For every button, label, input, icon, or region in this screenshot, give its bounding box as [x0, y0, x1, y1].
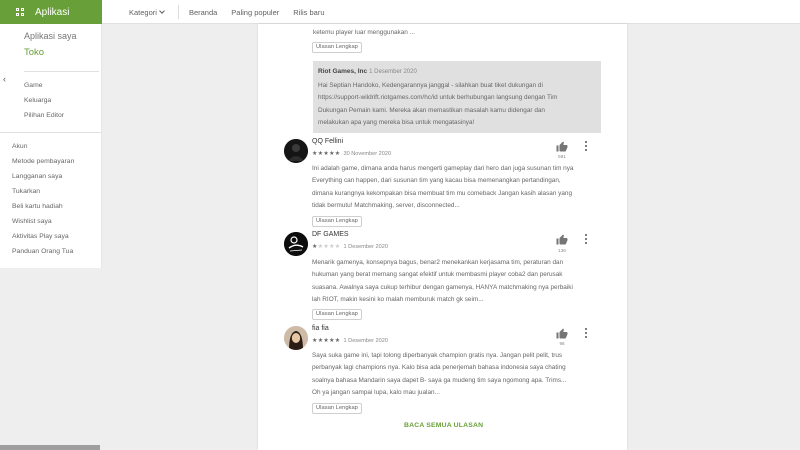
nav-kategori[interactable]: Kategori	[129, 7, 165, 17]
reply-header: Riot Games, Inc 1 Desember 2020	[318, 68, 417, 75]
more-options-icon[interactable]	[585, 141, 588, 153]
thumbs-up-icon[interactable]	[556, 234, 568, 246]
review-text: Menarik gamenya, konsepnya bagus, benar2…	[312, 257, 612, 306]
avatar-image	[284, 232, 308, 256]
reviewer-name: DF GAMES	[312, 231, 349, 238]
thumbs-up-icon[interactable]	[556, 141, 568, 153]
sidebar-link-tukarkan[interactable]: Tukarkan	[12, 188, 40, 195]
review-line: dimana kurangnya kekompakan bisa membuat…	[312, 189, 573, 197]
review-date: 1 Desember 2020	[343, 244, 388, 250]
sidebar-link-aktivitas[interactable]: Aktivitas Play saya	[12, 233, 69, 240]
full-review-button[interactable]: Ulasan Lengkap	[312, 42, 362, 53]
read-all-reviews-button[interactable]: BACA SEMUA ULASAN	[404, 422, 483, 429]
review-rating: ★★★★★ 1 Desember 2020	[312, 244, 388, 250]
chevron-down-icon	[159, 8, 165, 14]
apps-grid-icon	[16, 8, 24, 16]
sidebar-divider	[24, 71, 99, 72]
sidebar-link-panduan[interactable]: Panduan Orang Tua	[12, 248, 73, 255]
star-rating-icon: ★★★★★	[312, 244, 341, 250]
full-review-button[interactable]: Ulasan Lengkap	[312, 216, 362, 227]
avatar	[284, 232, 308, 256]
avatar	[284, 139, 308, 163]
nav-divider	[177, 5, 179, 19]
sidebar-divider	[0, 132, 101, 133]
more-options-icon[interactable]	[585, 328, 588, 340]
full-review-button[interactable]: Ulasan Lengkap	[312, 309, 362, 320]
apps-brand-button[interactable]: Aplikasi	[0, 0, 102, 24]
brand-label: Aplikasi	[35, 6, 70, 18]
sidebar-link-wishlist[interactable]: Wishlist saya	[12, 218, 52, 225]
reply-text: Hai Septian Handoko, Kedengarannya jangg…	[318, 80, 598, 129]
review-line: perbanyak lagi champions nya. Kalo bisa …	[312, 364, 566, 372]
review-line: Saya suka game ini, tapi tolong diperban…	[312, 352, 563, 359]
helpful-count: 98	[559, 341, 565, 346]
sidebar-link-akun[interactable]: Akun	[12, 143, 28, 150]
review-line: suasana. Awalnya saya cukup terhibur den…	[312, 283, 573, 291]
top-bar: Aplikasi Kategori Beranda Paling populer…	[0, 0, 800, 24]
review-date: 30 November 2020	[343, 151, 392, 157]
review-line: lah RIOT, makin kesini ko malah memburuk…	[312, 295, 484, 303]
more-options-icon[interactable]	[585, 234, 588, 246]
review-line: Ini adalah game, dimana anda harus menge…	[312, 165, 574, 172]
review-line: Menarik gamenya, konsepnya bagus, benar2…	[312, 259, 564, 266]
avatar-image	[284, 326, 308, 350]
reply-date: 1 Desember 2020	[369, 69, 417, 75]
helpful-count: 581	[558, 154, 566, 159]
avatar-image	[284, 139, 308, 163]
review-text-tail: ketemu player luar menggunakan ...	[313, 29, 415, 36]
nav-kategori-label: Kategori	[129, 7, 157, 17]
star-rating-icon: ★★★★★	[312, 151, 341, 157]
reply-line: Hai Septian Handoko, Kedengarannya jangg…	[318, 82, 543, 89]
review-line: Everything can happen, dari susunan tim …	[312, 177, 561, 185]
reviewer-name: QQ Fellini	[312, 138, 344, 145]
bottom-status-bar	[0, 445, 100, 450]
full-review-button[interactable]: Ulasan Lengkap	[312, 403, 362, 414]
review-text: Saya suka game ini, tapi tolong diperban…	[312, 350, 612, 399]
nav-paling-populer[interactable]: Paling populer	[231, 8, 279, 17]
nav-rilis-baru[interactable]: Rilis baru	[293, 8, 324, 17]
reply-line: melakukan apa yang mereka bisa untuk men…	[318, 118, 475, 126]
sidebar-link-langganan[interactable]: Langganan saya	[12, 173, 62, 180]
avatar	[284, 326, 308, 350]
review-rating: ★★★★★ 30 November 2020	[312, 151, 391, 157]
collapse-arrow-icon[interactable]: ‹	[3, 74, 6, 84]
sidebar-item-pilihan-editor[interactable]: Pilihan Editor	[24, 112, 64, 119]
review-date: 1 Desember 2020	[343, 338, 388, 344]
review-line: soalnya bahasa Mandarin saya dapet B- sa…	[312, 376, 567, 384]
reviewer-name: fia fia	[312, 325, 329, 332]
top-nav: Kategori Beranda Paling populer Rilis ba…	[129, 0, 339, 24]
nav-beranda[interactable]: Beranda	[189, 8, 217, 17]
sidebar-item-game[interactable]: Game	[24, 82, 43, 89]
reply-line: Dukungan Pemain kami. Mereka akan memast…	[318, 106, 545, 114]
developer-reply: Riot Games, Inc 1 Desember 2020 Hai Septi…	[313, 61, 601, 133]
sidebar: Aplikasi saya Toko ‹ Game Keluarga Pilih…	[0, 24, 102, 268]
sidebar-store[interactable]: Toko	[24, 47, 101, 58]
review-rating: ★★★★★ 1 Desember 2020	[312, 338, 388, 344]
review-line: Oh ya jangan sampai lupa, kalo mau juala…	[312, 388, 440, 396]
sidebar-link-kartu-hadiah[interactable]: Beli kartu hadiah	[12, 203, 63, 210]
review-line: tidak bermutu! Matchmaking, server, disc…	[312, 201, 460, 209]
sidebar-item-keluarga[interactable]: Keluarga	[24, 97, 51, 104]
review-line: hukuman yang berat memang sangat efektif…	[312, 271, 563, 279]
helpful-count: 136	[558, 248, 566, 253]
reply-line: https://support-wildrift.riotgames.com/h…	[318, 94, 558, 102]
sidebar-my-apps[interactable]: Aplikasi saya	[24, 31, 101, 41]
star-rating-icon: ★★★★★	[312, 338, 341, 344]
review-text: Ini adalah game, dimana anda harus menge…	[312, 163, 612, 212]
thumbs-up-icon[interactable]	[556, 328, 568, 340]
sidebar-link-metode-pembayaran[interactable]: Metode pembayaran	[12, 158, 74, 165]
developer-name: Riot Games, Inc	[318, 68, 368, 75]
